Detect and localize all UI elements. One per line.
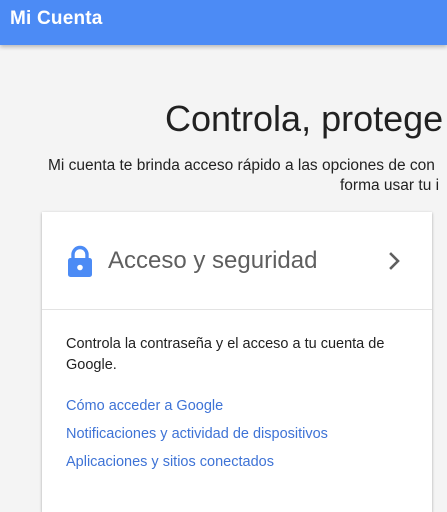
link-connected-apps[interactable]: Aplicaciones y sitios conectados	[66, 454, 274, 470]
hero-subtitle-line-1: Mi cuenta te brinda acceso rápido a las …	[48, 157, 435, 174]
security-card-description: Controla la contraseña y el acceso a tu …	[66, 336, 385, 373]
security-card-title: Acceso y seguridad	[108, 247, 318, 274]
security-card-header[interactable]: Acceso y seguridad	[42, 212, 432, 310]
security-card: Acceso y seguridad Controla la contraseñ…	[42, 212, 432, 512]
lock-icon	[66, 245, 94, 277]
hero-subtitle-line-2: forma usar tu i	[340, 177, 440, 194]
chevron-right-icon[interactable]	[385, 249, 405, 273]
link-sign-in-google[interactable]: Cómo acceder a Google	[66, 398, 223, 414]
top-app-bar: Mi Cuenta	[0, 0, 447, 45]
app-title[interactable]: Mi Cuenta	[10, 8, 103, 30]
link-device-activity[interactable]: Notificaciones y actividad de dispositiv…	[66, 426, 328, 442]
hero-title: Controla, protege	[165, 98, 444, 139]
